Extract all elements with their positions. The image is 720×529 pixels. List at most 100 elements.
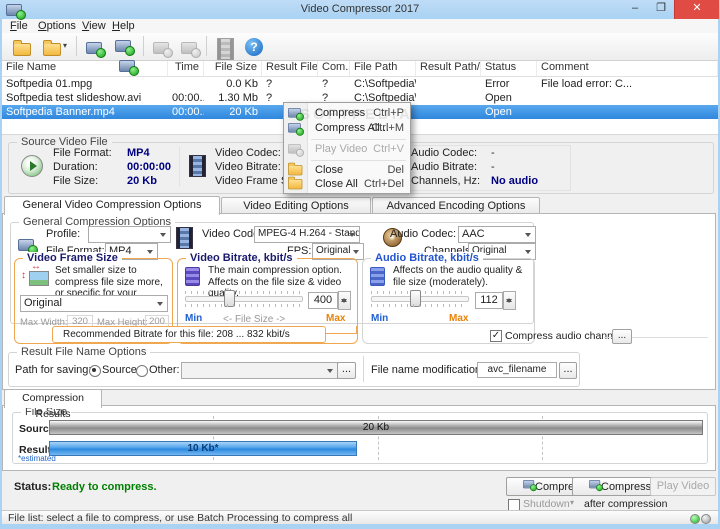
col-time[interactable]: Time (168, 60, 204, 76)
open-folder-icon (13, 43, 31, 56)
source-radio[interactable] (89, 365, 101, 377)
context-menu: Compress Ctrl+P Compress All... Ctrl+M P… (283, 102, 411, 194)
file-size-hint: <- File Size -> (223, 314, 285, 325)
maximize-button[interactable]: ❐ (648, 0, 674, 19)
cell-result-path (416, 91, 481, 105)
play-video-button-toolbar[interactable] (211, 35, 239, 59)
cancel-button-toolbar[interactable] (176, 35, 204, 59)
tab-compression-results[interactable]: Compression Results (4, 389, 102, 408)
video-bitrate-field[interactable]: 400 (308, 292, 338, 309)
cell-result-size: ? (262, 77, 318, 91)
compress-audio-checkbox[interactable] (490, 330, 502, 342)
context-menu-play-video[interactable]: Play Video Ctrl+V (284, 142, 410, 157)
menu-item-shortcut: Del (387, 163, 404, 178)
min-label: Min (371, 313, 388, 324)
cell-result-path (416, 77, 481, 91)
pause-button-toolbar[interactable] (148, 35, 176, 59)
max-label: Max (449, 313, 468, 324)
menu-help[interactable]: Help (112, 20, 135, 32)
col-compression[interactable]: Com... (318, 60, 350, 76)
compress-all-button[interactable]: Compress All (572, 477, 662, 496)
browse-path-button[interactable]: ... (337, 362, 356, 379)
toolbar-separator (143, 36, 144, 56)
video-bitrate-spinner[interactable] (338, 291, 351, 310)
open-folder-icon (43, 43, 61, 56)
video-codec-label: Video Codec: (215, 147, 281, 159)
audio-bitrate-field[interactable]: 112 (475, 292, 503, 309)
shutdown-label: Shutdown (523, 498, 570, 510)
audio-bitrate-desc: Affects on the audio quality & file size… (393, 265, 527, 288)
audio-more-options-button[interactable]: ... (612, 329, 632, 344)
recommended-bitrate-note: Recommended Bitrate for this file: 208 .… (52, 326, 326, 343)
audio-codec-label: Audio Codec: (390, 228, 456, 240)
toolbar-separator (206, 36, 207, 56)
tab-general-options[interactable]: General Video Compression Options (4, 196, 220, 215)
browse-fname-button[interactable]: ... (559, 362, 577, 379)
after-compression-label: after compression (584, 498, 667, 510)
col-file-name[interactable]: File Name (2, 60, 168, 76)
cell-comment: File load error: C... (537, 77, 718, 91)
menu-item-label: Play Video (315, 142, 367, 157)
channels-value: No audio (491, 175, 538, 187)
window-border-bottom (0, 524, 720, 529)
compress-audio-label: Compress audio channels (505, 330, 626, 342)
menu-file[interactable]: File (10, 20, 28, 32)
pause-icon (153, 42, 169, 54)
cell-time: 00:00... (168, 105, 204, 119)
other-radio[interactable] (136, 365, 148, 377)
play-video-button[interactable]: Play Video (650, 477, 716, 496)
menu-item-label: Close All (315, 177, 358, 192)
audio-codec-label: Audio Codec: (411, 147, 477, 159)
other-path-select[interactable] (181, 362, 338, 379)
help-button-toolbar[interactable] (241, 35, 269, 59)
cell-time: 00:00... (168, 91, 204, 105)
compress-button-toolbar[interactable] (81, 35, 111, 59)
video-bitrate-slider[interactable] (185, 296, 303, 302)
audio-bitrate-spinner[interactable] (503, 291, 516, 310)
fname-field[interactable]: avc_filename (477, 362, 557, 378)
shutdown-dropdown-icon[interactable]: ▾ (570, 498, 574, 507)
compress-all-button-toolbar[interactable] (111, 35, 141, 59)
play-video-icon (288, 144, 301, 154)
menu-item-label: Close (315, 163, 343, 178)
context-menu-close[interactable]: Close Del (284, 163, 410, 178)
compress-icon (86, 42, 102, 54)
status-led-green (690, 514, 700, 524)
close-folder-icon (288, 165, 302, 175)
col-result-file-size[interactable]: Result File Size (262, 60, 318, 76)
open-file-dropdown-button[interactable]: ▾ (38, 35, 74, 59)
menu-view[interactable]: View (82, 20, 106, 32)
video-codec-select[interactable]: MPEG-4 H.264 - Standar (254, 226, 360, 243)
menu-item-shortcut: Ctrl+Del (364, 177, 404, 192)
col-status[interactable]: Status (481, 60, 537, 76)
audio-bitrate-label: Audio Bitrate: (411, 161, 477, 173)
col-result-path[interactable]: Result Path/Na... (416, 60, 481, 76)
source-size-bar: 20 Kb (49, 420, 703, 435)
context-menu-compress-all[interactable]: Compress All... Ctrl+M (284, 121, 410, 136)
menu-options[interactable]: Options (38, 20, 76, 32)
menu-item-label: Compress (315, 106, 365, 121)
cell-status: Open (481, 105, 537, 119)
context-menu-compress[interactable]: Compress Ctrl+P (284, 106, 410, 121)
close-button[interactable]: ✕ (674, 0, 719, 19)
slider-ticks (185, 291, 301, 294)
minimize-button[interactable]: – (622, 0, 648, 19)
file-size-label: File Size: (53, 175, 98, 187)
compress-all-icon (119, 60, 135, 72)
table-row[interactable]: Softpedia 01.mpg 0.0 Kb ? ? C:\Softpedia… (2, 77, 718, 91)
menu-separator (311, 160, 406, 161)
audio-codec-value: - (491, 147, 495, 159)
open-file-button[interactable] (8, 35, 36, 59)
profile-select[interactable] (88, 226, 171, 243)
col-file-path[interactable]: File Path (350, 60, 416, 76)
status-bar: File list: select a file to compress, or… (2, 510, 718, 525)
col-comment[interactable]: Comment (537, 60, 718, 76)
col-file-size[interactable]: File Size (204, 60, 262, 76)
audio-codec-select[interactable]: AAC (458, 226, 536, 243)
result-name-group-label: Result File Name Options (17, 346, 150, 358)
context-menu-close-all[interactable]: Close All Ctrl+Del (284, 177, 410, 192)
compress-all-icon (115, 40, 131, 52)
cell-file-name: Softpedia test slideshow.avi (2, 91, 168, 105)
audio-bitrate-slider[interactable] (371, 296, 469, 302)
frame-size-select[interactable]: Original (20, 295, 168, 312)
